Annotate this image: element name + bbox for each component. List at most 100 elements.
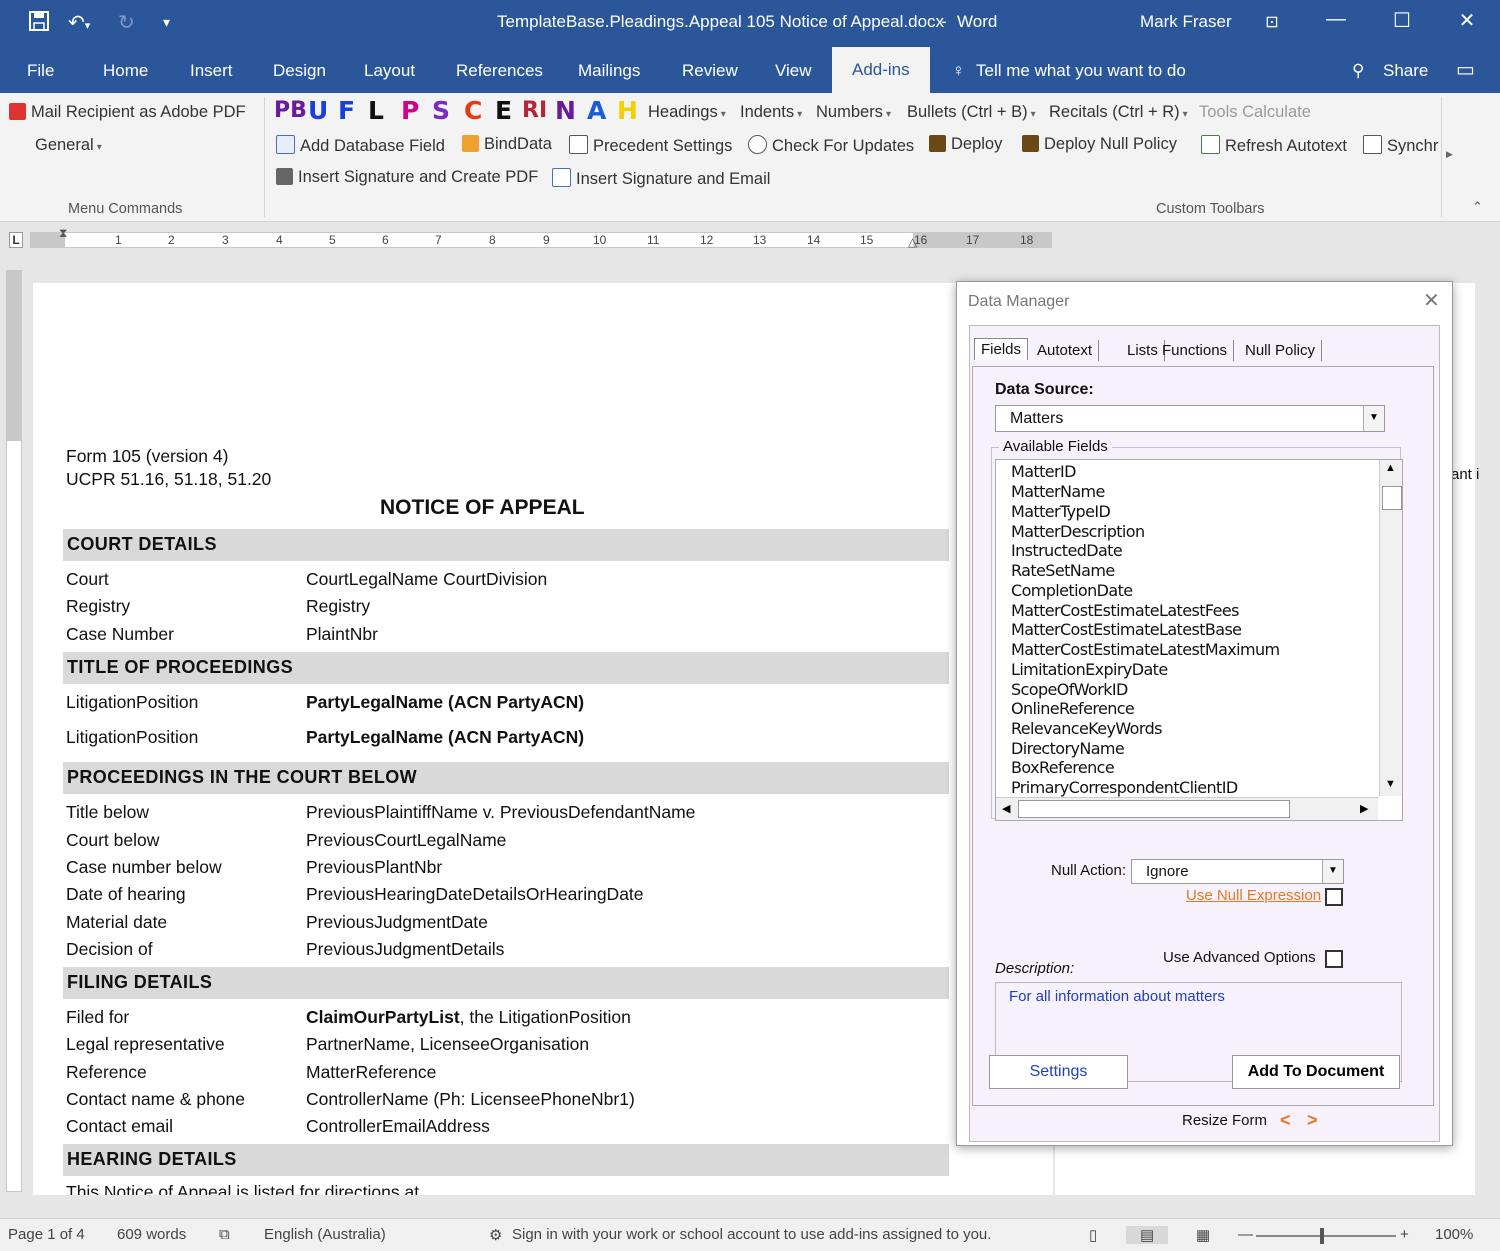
horizontal-ruler[interactable]: L 1 2 3 4 5 6 7 8 9 10 11 12 13 14 15 16…: [0, 222, 1500, 258]
read-mode-icon[interactable]: ▯: [1089, 1226, 1097, 1244]
zoom-slider[interactable]: [1256, 1228, 1396, 1244]
language-indicator[interactable]: English (Australia): [264, 1226, 386, 1243]
ribbon-display-icon[interactable]: ⊡: [1252, 12, 1292, 32]
resize-grow-button[interactable]: >: [1307, 1110, 1318, 1131]
list-item[interactable]: RateSetName: [1011, 561, 1115, 580]
recitals-dropdown[interactable]: Recitals (Ctrl + R) ▾: [1049, 103, 1188, 122]
use-advanced-checkbox[interactable]: [1325, 950, 1343, 968]
tab-functions[interactable]: Functions: [1156, 340, 1235, 361]
right-indent-marker-icon[interactable]: △: [908, 235, 917, 249]
list-item[interactable]: DirectoryName: [1011, 739, 1125, 758]
print-layout-icon[interactable]: ▤: [1126, 1226, 1169, 1244]
letter-button-pb[interactable]: PB: [274, 98, 307, 123]
list-item[interactable]: PrimaryCorrespondentClientID: [1011, 778, 1238, 797]
word-count[interactable]: 609 words: [117, 1226, 186, 1243]
scroll-left-icon[interactable]: ◀: [1002, 802, 1010, 815]
indents-dropdown[interactable]: Indents ▾: [740, 103, 802, 122]
letter-button-a[interactable]: A: [587, 96, 606, 125]
letter-button-s[interactable]: S: [432, 96, 450, 125]
refresh-autotext-button[interactable]: Refresh Autotext: [1201, 135, 1347, 156]
use-null-expression-link[interactable]: Use Null Expression: [1186, 887, 1321, 904]
headings-dropdown[interactable]: Headings ▾: [648, 103, 726, 122]
list-item[interactable]: MatterDescription: [1011, 522, 1145, 541]
precedent-settings-button[interactable]: Precedent Settings: [569, 135, 732, 156]
bind-data-button[interactable]: BindData: [462, 135, 552, 154]
zoom-out-icon[interactable]: —: [1238, 1226, 1253, 1243]
tab-layout[interactable]: Layout: [364, 61, 415, 81]
tab-add-ins[interactable]: Add-ins: [832, 47, 930, 93]
resize-shrink-button[interactable]: <: [1280, 1110, 1291, 1131]
hscroll-thumb[interactable]: [1018, 800, 1290, 818]
collapse-ribbon-icon[interactable]: ⌃: [1472, 199, 1483, 215]
chevron-down-icon[interactable]: ▼: [1322, 860, 1343, 883]
redo-icon[interactable]: ↻: [118, 10, 135, 35]
letter-button-u[interactable]: U: [308, 96, 328, 125]
letter-button-h[interactable]: H: [617, 96, 638, 125]
page-indicator[interactable]: Page 1 of 4: [8, 1226, 85, 1243]
letter-button-n[interactable]: N: [555, 96, 576, 125]
general-dropdown[interactable]: General ▾: [35, 136, 102, 155]
vertical-scrollbar[interactable]: ▲ ▼: [1379, 460, 1402, 796]
list-item[interactable]: MatterID: [1011, 462, 1076, 481]
tab-design[interactable]: Design: [273, 61, 326, 81]
list-item[interactable]: MatterCostEstimateLatestFees: [1011, 601, 1239, 620]
bullets-dropdown[interactable]: Bullets (Ctrl + B) ▾: [907, 103, 1036, 122]
web-layout-icon[interactable]: ▦: [1196, 1226, 1210, 1244]
deploy-button[interactable]: Deploy: [929, 135, 1002, 154]
vertical-ruler[interactable]: [6, 270, 22, 1192]
letter-button-f[interactable]: F: [338, 96, 355, 125]
list-item[interactable]: MatterName: [1011, 482, 1105, 501]
tab-mailings[interactable]: Mailings: [578, 61, 640, 81]
tab-references[interactable]: References: [456, 61, 543, 81]
zoom-slider-thumb[interactable]: [1320, 1228, 1324, 1244]
list-item[interactable]: MatterCostEstimateLatestMaximum: [1011, 640, 1280, 659]
data-source-select[interactable]: Matters ▼: [995, 405, 1385, 432]
mail-recipient-pdf-button[interactable]: Mail Recipient as Adobe PDF: [9, 103, 246, 122]
letter-button-e[interactable]: E: [495, 96, 512, 125]
add-to-document-button[interactable]: Add To Document: [1232, 1055, 1400, 1089]
list-item[interactable]: BoxReference: [1011, 758, 1115, 777]
tab-view[interactable]: View: [775, 61, 812, 81]
list-item[interactable]: MatterCostEstimateLatestBase: [1011, 620, 1242, 639]
use-null-expression-checkbox[interactable]: [1325, 888, 1343, 906]
user-name[interactable]: Mark Fraser: [1140, 12, 1232, 32]
tab-review[interactable]: Review: [682, 61, 738, 81]
letter-button-c[interactable]: C: [464, 96, 482, 125]
list-item[interactable]: RelevanceKeyWords: [1011, 719, 1162, 738]
tab-file[interactable]: File: [27, 61, 54, 81]
comments-icon[interactable]: ▭: [1456, 57, 1475, 82]
undo-icon[interactable]: ↶▾: [68, 10, 90, 35]
proofing-icon[interactable]: ⧉: [219, 1226, 230, 1243]
dialog-close-icon[interactable]: ✕: [1423, 288, 1440, 313]
letter-button-p[interactable]: P: [401, 96, 419, 125]
tools-calculate-button[interactable]: Tools Calculate: [1199, 103, 1311, 122]
tab-home[interactable]: Home: [103, 61, 148, 81]
settings-button[interactable]: Settings: [989, 1055, 1128, 1089]
scroll-right-icon[interactable]: ▶: [1360, 802, 1368, 815]
share-icon[interactable]: ⚲: [1352, 61, 1364, 81]
minimize-icon[interactable]: —: [1316, 8, 1356, 31]
chevron-down-icon[interactable]: ▼: [1363, 406, 1384, 431]
close-icon[interactable]: ✕: [1447, 8, 1487, 33]
tab-insert[interactable]: Insert: [190, 61, 233, 81]
synchronise-button[interactable]: Synchr: [1363, 135, 1441, 156]
scroll-down-icon[interactable]: ▼: [1385, 778, 1396, 790]
check-for-updates-button[interactable]: Check For Updates: [748, 135, 914, 156]
tell-me-input[interactable]: Tell me what you want to do: [976, 61, 1186, 81]
list-item[interactable]: InstructedDate: [1011, 541, 1123, 560]
tab-fields[interactable]: Fields: [974, 338, 1029, 360]
list-item[interactable]: CompletionDate: [1011, 581, 1133, 600]
save-icon[interactable]: [28, 10, 50, 38]
share-button[interactable]: Share: [1383, 61, 1428, 81]
list-item[interactable]: ScopeOfWorkID: [1011, 680, 1128, 699]
letter-button-l[interactable]: L: [368, 96, 384, 125]
list-item[interactable]: LimitationExpiryDate: [1011, 660, 1168, 679]
zoom-in-icon[interactable]: +: [1400, 1226, 1409, 1243]
customize-qat-icon[interactable]: ▾: [163, 14, 170, 31]
ribbon-scroll-right-icon[interactable]: ▶: [1446, 149, 1453, 160]
maximize-icon[interactable]: ☐: [1382, 8, 1422, 33]
document-page[interactable]: Form 105 (version 4) UCPR 51.16, 51.18, …: [33, 283, 1053, 1195]
scroll-up-icon[interactable]: ▲: [1385, 462, 1396, 474]
indent-marker-icon[interactable]: ⧗: [59, 226, 67, 241]
tab-autotext[interactable]: Autotext: [1031, 340, 1100, 361]
